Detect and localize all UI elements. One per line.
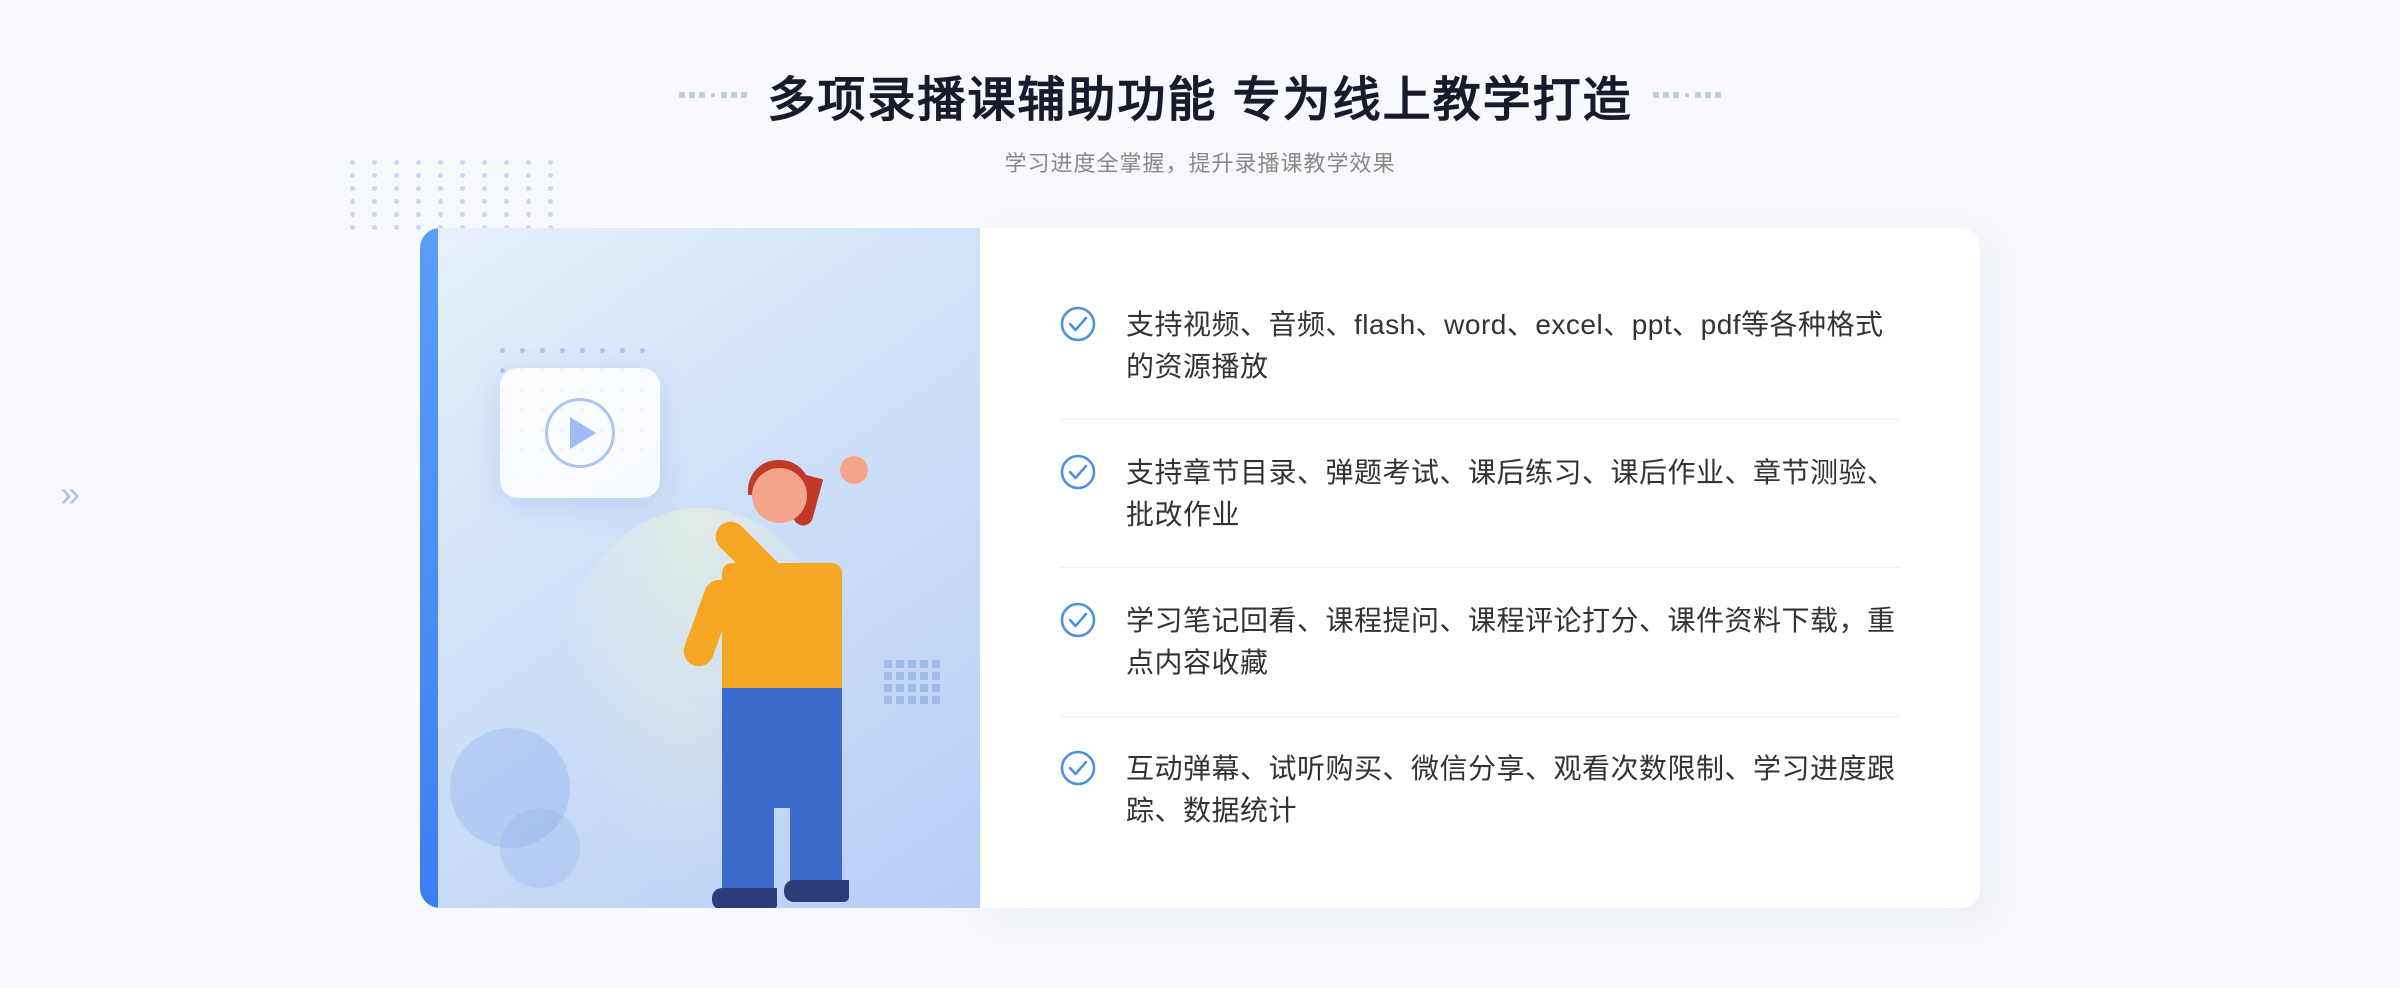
content-area: 支持视频、音频、flash、word、excel、ppt、pdf等各种格式的资源… <box>420 228 1980 908</box>
feature-text-4: 互动弹幕、试听购买、微信分享、观看次数限制、学习进度跟踪、数据统计 <box>1126 748 1900 832</box>
figure-shoe-left <box>712 888 777 908</box>
play-triangle <box>570 417 596 449</box>
feature-item-4: 互动弹幕、试听购买、微信分享、观看次数限制、学习进度跟踪、数据统计 <box>1060 728 1900 852</box>
feature-item-3: 学习笔记回看、课程提问、课程评论打分、课件资料下载，重点内容收藏 <box>1060 580 1900 704</box>
right-decorator <box>1653 92 1721 98</box>
figure-hand-right <box>840 456 868 484</box>
title-row: 多项录播课辅助功能 专为线上教学打造 <box>679 60 1720 130</box>
figure-head <box>752 468 807 523</box>
feature-text-1: 支持视频、音频、flash、word、excel、ppt、pdf等各种格式的资源… <box>1126 304 1900 388</box>
subtitle: 学习进度全掌握，提升录播课教学效果 <box>679 146 1720 178</box>
feature-item-1: 支持视频、音频、flash、word、excel、ppt、pdf等各种格式的资源… <box>1060 284 1900 408</box>
check-circle-icon-1 <box>1060 306 1096 342</box>
figure-body <box>722 563 842 703</box>
check-circle-icon-4 <box>1060 750 1096 786</box>
header-section: 多项录播课辅助功能 专为线上教学打造 学习进度全掌握，提升录播课教学效果 <box>679 60 1720 178</box>
stripe-decoration <box>884 660 940 708</box>
figure-pants <box>722 688 842 808</box>
figure-leg-right <box>790 798 842 888</box>
illustration-panel <box>420 228 980 908</box>
figure-shoe-right <box>784 880 849 902</box>
check-circle-icon-3 <box>1060 602 1096 638</box>
left-decorator <box>679 92 747 98</box>
play-icon-circle <box>545 398 615 468</box>
check-circle-icon-2 <box>1060 454 1096 490</box>
figure-leg-left <box>722 798 774 898</box>
feature-text-3: 学习笔记回看、课程提问、课程评论打分、课件资料下载，重点内容收藏 <box>1126 600 1900 684</box>
left-arrow-icon: » <box>60 473 80 515</box>
dot-pattern-top-left: for(let i=0;i<60;i++)document.write('<di… <box>350 160 562 230</box>
divider-1 <box>1060 419 1900 420</box>
content-panel: 支持视频、音频、flash、word、excel、ppt、pdf等各种格式的资源… <box>980 228 1980 908</box>
feature-text-2: 支持章节目录、弹题考试、课后练习、课后作业、章节测验、批改作业 <box>1126 452 1900 536</box>
person-figure <box>622 408 882 908</box>
left-arrows: » <box>60 473 80 515</box>
vertical-bar-decoration <box>420 228 438 908</box>
main-title: 多项录播课辅助功能 专为线上教学打造 <box>767 60 1632 130</box>
page-wrapper: for(let i=0;i<60;i++)document.write('<di… <box>0 0 2400 988</box>
feature-item-2: 支持章节目录、弹题考试、课后练习、课后作业、章节测验、批改作业 <box>1060 432 1900 556</box>
illus-circle-2 <box>500 808 580 888</box>
divider-2 <box>1060 567 1900 568</box>
divider-3 <box>1060 716 1900 717</box>
